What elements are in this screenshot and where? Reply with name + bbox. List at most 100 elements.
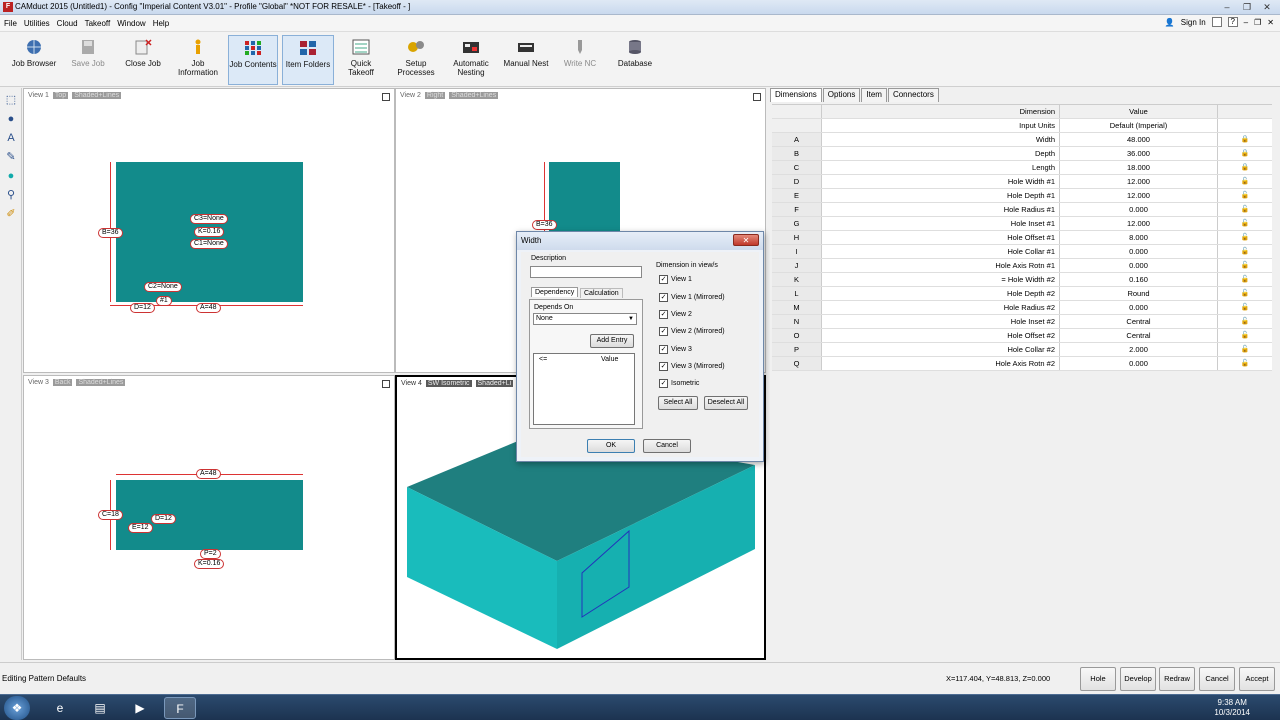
explorer-taskbar-icon[interactable]: ▤ [84, 697, 116, 719]
write-nc-button[interactable]: Write NC [558, 35, 602, 85]
unlock-icon[interactable]: 🔓 [1218, 217, 1272, 230]
mdi-restore-icon[interactable] [1211, 17, 1222, 27]
unlock-icon[interactable]: 🔓 [1218, 273, 1272, 286]
dim-label-k[interactable]: K=0.16 [194, 227, 225, 237]
tab-dependency[interactable]: Dependency [531, 287, 579, 297]
close-job-button[interactable]: Close Job [118, 35, 168, 85]
start-button[interactable]: ❖ [4, 696, 30, 720]
dimension-value[interactable]: 0.000 [1060, 245, 1218, 258]
entry-list[interactable]: <= Value [533, 353, 635, 425]
dimension-row[interactable]: P Hole Collar #2 2.000 🔓 [772, 343, 1272, 357]
camduct-taskbar-icon[interactable]: F [164, 697, 196, 719]
dimension-value[interactable]: 2.000 [1060, 343, 1218, 356]
dimension-value[interactable]: 12.000 [1060, 175, 1218, 188]
menu-help[interactable]: Help [153, 19, 169, 28]
unlock-icon[interactable]: 🔓 [1218, 343, 1272, 356]
status-cancel-button[interactable]: Cancel [1199, 667, 1235, 691]
lock-icon[interactable]: 🔒 [1218, 161, 1272, 174]
lock-icon[interactable]: 🔒 [1218, 133, 1272, 146]
view-3-panel[interactable]: View 3 Back Shaded+Lines A=48 C=18 D=12 E=… [23, 375, 395, 660]
dimension-value[interactable]: 12.000 [1060, 189, 1218, 202]
view-1-render-mode[interactable]: Shaded+Lines [72, 92, 122, 99]
dialog-close-button[interactable]: ✕ [733, 234, 759, 246]
tab-dimensions[interactable]: Dimensions [770, 88, 822, 102]
menu-window[interactable]: Window [117, 19, 145, 28]
view-3-render-mode[interactable]: Shaded+Lines [76, 379, 126, 386]
dimension-value[interactable]: 0.000 [1060, 203, 1218, 216]
dimension-row[interactable]: H Hole Offset #1 8.000 🔓 [772, 231, 1272, 245]
maximize-view-1-icon[interactable] [382, 93, 390, 101]
dimension-row[interactable]: B Depth 36.000 🔒 [772, 147, 1272, 161]
dimension-value[interactable]: 0.000 [1060, 357, 1218, 370]
pin-icon[interactable]: ⚲ [4, 188, 18, 202]
manual-nest-button[interactable]: Manual Nest [500, 35, 552, 85]
tab-connectors[interactable]: Connectors [887, 88, 939, 102]
redraw-button[interactable]: Redraw [1159, 667, 1195, 691]
view-1-orientation[interactable]: Top [52, 92, 69, 99]
unlock-icon[interactable]: 🔓 [1218, 203, 1272, 216]
dimension-row[interactable]: D Hole Width #1 12.000 🔓 [772, 175, 1272, 189]
dim-label-a[interactable]: A=48 [196, 303, 221, 313]
save-job-button[interactable]: Save Job [64, 35, 112, 85]
unlock-icon[interactable]: 🔓 [1218, 315, 1272, 328]
dimension-value[interactable]: 12.000 [1060, 217, 1218, 230]
dimension-row[interactable]: N Hole Inset #2 Central 🔓 [772, 315, 1272, 329]
dim-label-p[interactable]: P=2 [200, 549, 221, 559]
mdi-restore-button[interactable]: ❐ [1254, 18, 1261, 27]
text-tool-icon[interactable]: A [4, 131, 18, 145]
add-entry-button[interactable]: Add Entry [590, 334, 634, 348]
dim-label-c3[interactable]: C3=None [190, 214, 228, 224]
dimension-row[interactable]: Q Hole Axis Rotn #2 0.000 🔓 [772, 357, 1272, 371]
dimension-row[interactable]: J Hole Axis Rotn #1 0.000 🔓 [772, 259, 1272, 273]
lock-icon[interactable]: 🔒 [1218, 147, 1272, 160]
dimension-row[interactable]: F Hole Radius #1 0.000 🔓 [772, 203, 1272, 217]
dimension-row[interactable]: A Width 48.000 🔒 [772, 133, 1272, 147]
unlock-icon[interactable]: 🔓 [1218, 175, 1272, 188]
media-player-taskbar-icon[interactable]: ▶ [124, 697, 156, 719]
dimension-value[interactable]: 0.160 [1060, 273, 1218, 286]
deselect-all-button[interactable]: Deselect All [704, 396, 748, 410]
restore-button[interactable]: ❐ [1238, 1, 1256, 13]
view-3-orientation[interactable]: Back [52, 379, 73, 386]
close-window-button[interactable]: ✕ [1258, 1, 1276, 13]
dim-label-b[interactable]: B=36 [532, 220, 557, 230]
view-1-panel[interactable]: View 1 Top Shaded+Lines B=36 C3=None K=0.1… [23, 88, 395, 373]
dimension-row[interactable]: E Hole Depth #1 12.000 🔓 [772, 189, 1272, 203]
accept-button[interactable]: Accept [1239, 667, 1275, 691]
dimension-value[interactable]: 0.000 [1060, 259, 1218, 272]
tab-calculation[interactable]: Calculation [580, 288, 623, 298]
dimension-row[interactable]: L Hole Depth #2 Round 🔓 [772, 287, 1272, 301]
hole-button[interactable]: Hole [1080, 667, 1116, 691]
unlock-icon[interactable]: 🔓 [1218, 245, 1272, 258]
view-2-orientation[interactable]: Right [424, 92, 446, 99]
quick-takeoff-button[interactable]: Quick Takeoff [338, 35, 384, 85]
menu-utilities[interactable]: Utilities [24, 19, 50, 28]
job-browser-button[interactable]: Job Browser [8, 35, 60, 85]
dim-label-b[interactable]: B=36 [98, 228, 123, 238]
unlock-icon[interactable]: 🔓 [1218, 287, 1272, 300]
dimension-value[interactable]: 48.000 [1060, 133, 1218, 146]
view-2-render-mode[interactable]: Shaded+Lines [449, 92, 499, 99]
dim-label-hole1[interactable]: #1 [156, 296, 172, 306]
view-2-mirrored-checkbox[interactable]: ✓ View 2 (Mirrored) [659, 327, 725, 336]
develop-button[interactable]: Develop [1120, 667, 1156, 691]
tab-item[interactable]: Item [861, 88, 887, 102]
menu-takeoff[interactable]: Takeoff [85, 19, 111, 28]
sign-in-link[interactable]: Sign In [1181, 18, 1206, 27]
dimension-value[interactable]: Central [1060, 329, 1218, 342]
setup-processes-button[interactable]: Setup Processes [394, 35, 438, 85]
dimension-value[interactable]: 18.000 [1060, 161, 1218, 174]
maximize-view-3-icon[interactable] [382, 380, 390, 388]
measure-icon[interactable]: ✐ [4, 207, 18, 221]
dim-label-c1[interactable]: C1=None [190, 239, 228, 249]
input-units-row[interactable]: Input Units Default (Imperial) [772, 119, 1272, 133]
cancel-button[interactable]: Cancel [643, 439, 691, 453]
dimension-row[interactable]: O Hole Offset #2 Central 🔓 [772, 329, 1272, 343]
menu-cloud[interactable]: Cloud [57, 19, 78, 28]
view-3-checkbox[interactable]: ✓ View 3 [659, 345, 692, 354]
ie-taskbar-icon[interactable]: e [44, 697, 76, 719]
job-information-button[interactable]: Job Information [172, 35, 224, 85]
menu-file[interactable]: File [4, 19, 17, 28]
dim-label-c2[interactable]: C2=None [144, 282, 182, 292]
description-input[interactable] [530, 266, 642, 278]
